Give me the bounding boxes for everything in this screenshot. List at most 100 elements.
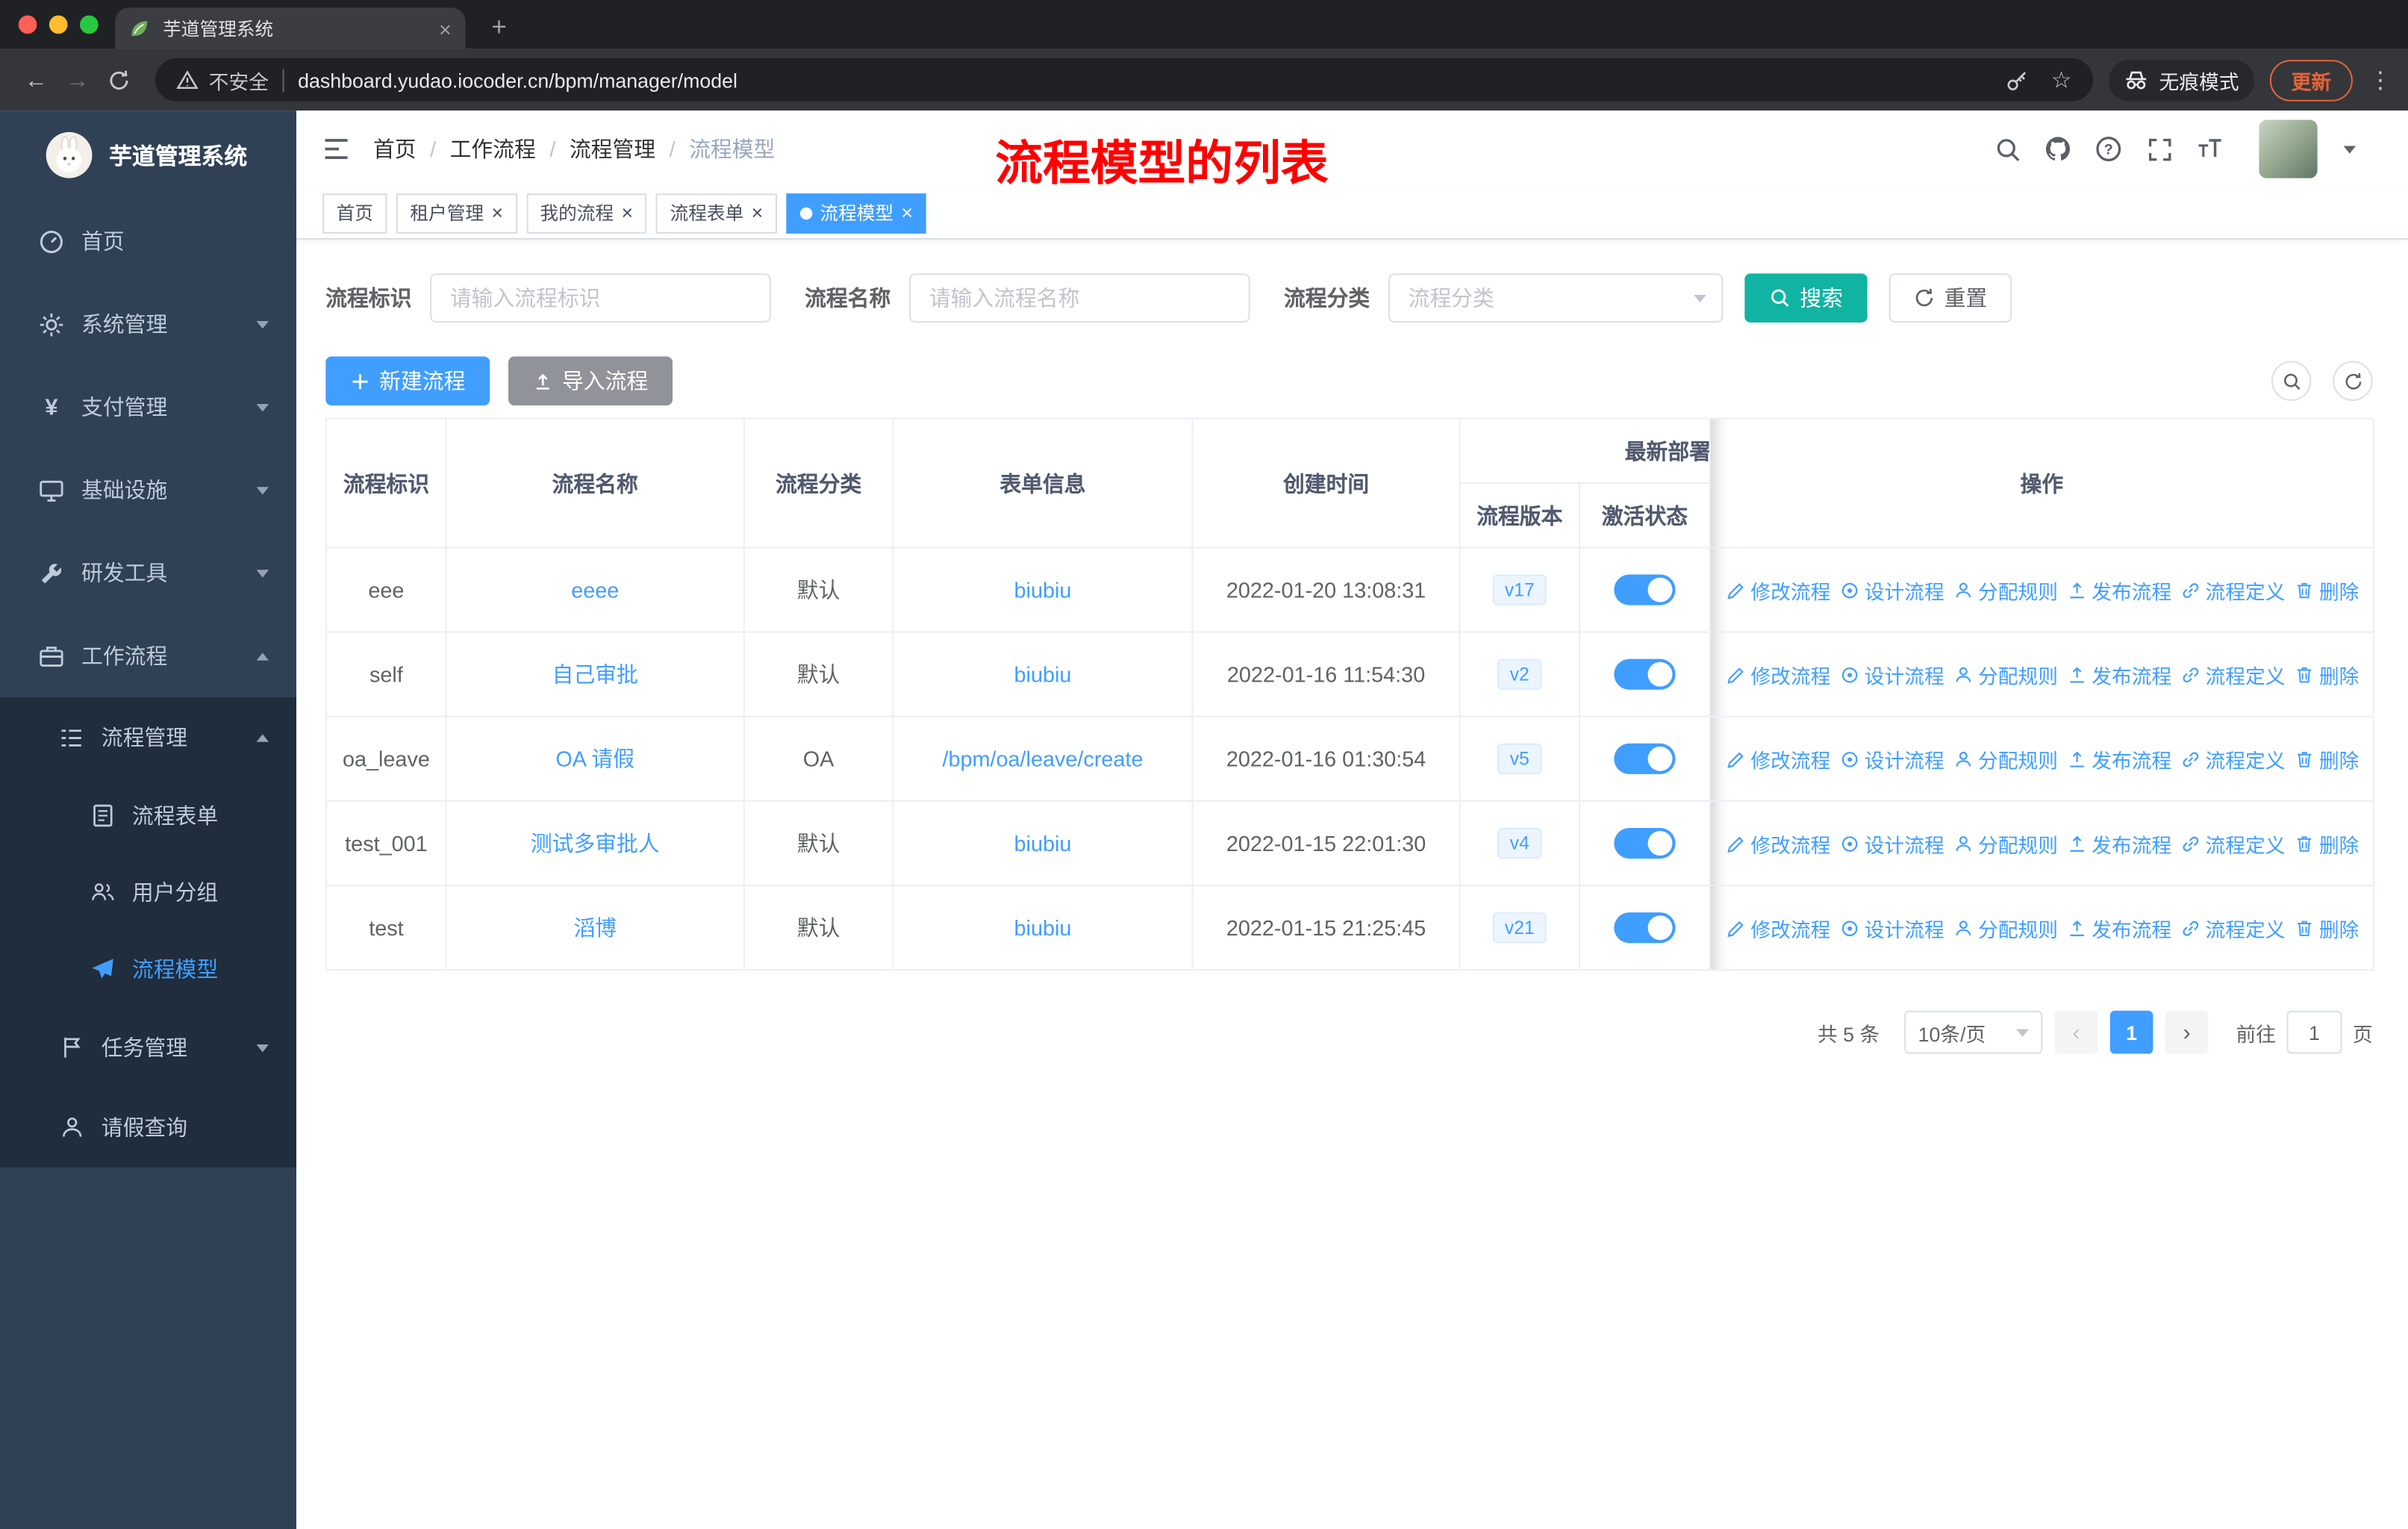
goto-page-input[interactable] (2286, 1010, 2342, 1054)
assign-rule-link[interactable]: 分配规则 (1953, 660, 2058, 689)
font-size-icon[interactable] (2196, 135, 2224, 163)
design-process-link[interactable]: 设计流程 (1840, 660, 1944, 689)
sidebar-item-task-management[interactable]: 任务管理 (0, 1008, 296, 1088)
sidebar-item-process-management[interactable]: 流程管理 (0, 697, 296, 777)
form-info-link[interactable]: /bpm/oa/leave/create (942, 747, 1143, 771)
tag-process-model[interactable]: 流程模型 × (786, 193, 927, 233)
reload-button[interactable] (99, 66, 140, 93)
version-badge[interactable]: v2 (1497, 658, 1542, 690)
version-badge[interactable]: v4 (1497, 827, 1542, 859)
fullscreen-icon[interactable] (2145, 135, 2173, 163)
process-definition-link[interactable]: 流程定义 (2181, 913, 2286, 942)
page-number-1[interactable]: 1 (2109, 1010, 2153, 1054)
chrome-update-button[interactable]: 更新 (2269, 59, 2353, 101)
form-info-link[interactable]: biubiu (1014, 662, 1072, 687)
publish-process-link[interactable]: 发布流程 (2067, 829, 2171, 858)
design-process-link[interactable]: 设计流程 (1840, 913, 1944, 942)
prev-page-button[interactable]: ‹ (2054, 1010, 2098, 1054)
search-button[interactable]: 搜索 (1744, 273, 1868, 323)
assign-rule-link[interactable]: 分配规则 (1953, 913, 2058, 942)
page-size-select[interactable]: 10条/页 (1904, 1010, 2043, 1054)
breadcrumb-home[interactable]: 首页 (373, 134, 417, 164)
process-name-input[interactable] (908, 273, 1250, 323)
tag-home[interactable]: 首页 (322, 193, 387, 233)
breadcrumb-process-management[interactable]: 流程管理 (570, 134, 655, 164)
delete-link[interactable]: 删除 (2295, 829, 2359, 858)
github-icon[interactable] (2044, 135, 2071, 163)
version-badge[interactable]: v21 (1492, 912, 1547, 944)
new-tab-button[interactable]: + (482, 12, 516, 43)
edit-process-link[interactable]: 修改流程 (1727, 913, 1830, 942)
tag-close-icon[interactable]: × (752, 203, 764, 223)
sidebar-item-payment[interactable]: ¥ 支付管理 (0, 366, 296, 449)
publish-process-link[interactable]: 发布流程 (2067, 575, 2171, 604)
process-definition-link[interactable]: 流程定义 (2181, 660, 2286, 689)
status-toggle[interactable] (1614, 827, 1676, 859)
tag-tenant-management[interactable]: 租户管理 × (396, 193, 517, 233)
publish-process-link[interactable]: 发布流程 (2067, 744, 2171, 773)
version-badge[interactable]: v17 (1492, 574, 1547, 605)
assign-rule-link[interactable]: 分配规则 (1953, 744, 2058, 773)
breadcrumb-workflow[interactable]: 工作流程 (450, 134, 536, 164)
sidebar-item-system[interactable]: 系统管理 (0, 283, 296, 366)
edit-process-link[interactable]: 修改流程 (1727, 660, 1830, 689)
process-definition-link[interactable]: 流程定义 (2181, 744, 2286, 773)
header-search-icon[interactable] (1994, 135, 2021, 163)
bookmark-star-icon[interactable]: ☆ (2051, 69, 2072, 92)
tag-my-process[interactable]: 我的流程 × (525, 193, 647, 233)
back-button[interactable]: ← (16, 66, 57, 93)
edit-process-link[interactable]: 修改流程 (1727, 744, 1830, 773)
url-bar[interactable]: 不安全 dashboard.yudao.iocoder.cn/bpm/manag… (155, 58, 2094, 102)
process-name-link[interactable]: 测试多审批人 (531, 831, 660, 856)
form-info-link[interactable]: biubiu (1014, 831, 1072, 856)
delete-link[interactable]: 删除 (2295, 744, 2359, 773)
password-key-icon[interactable] (2005, 69, 2028, 92)
process-definition-link[interactable]: 流程定义 (2181, 575, 2286, 604)
sidebar-item-process-model[interactable]: 流程模型 (0, 931, 296, 1008)
form-info-link[interactable]: biubiu (1014, 578, 1072, 602)
browser-menu-icon[interactable]: ⋮ (2368, 66, 2393, 94)
design-process-link[interactable]: 设计流程 (1840, 829, 1944, 858)
app-logo[interactable]: 芋道管理系统 (0, 110, 296, 199)
tag-close-icon[interactable]: × (491, 203, 503, 223)
edit-process-link[interactable]: 修改流程 (1727, 829, 1830, 858)
assign-rule-link[interactable]: 分配规则 (1953, 575, 2058, 604)
sidebar-item-devtools[interactable]: 研发工具 (0, 532, 296, 614)
design-process-link[interactable]: 设计流程 (1840, 575, 1944, 604)
process-name-link[interactable]: 自己审批 (552, 662, 638, 687)
sidebar-item-workflow[interactable]: 工作流程 (0, 614, 296, 697)
delete-link[interactable]: 删除 (2295, 575, 2359, 604)
help-icon[interactable]: ? (2094, 135, 2122, 163)
sidebar-item-leave-query[interactable]: 请假查询 (0, 1088, 296, 1168)
tab-close-icon[interactable]: × (439, 18, 452, 40)
security-indicator[interactable]: 不安全 (176, 65, 269, 94)
status-toggle[interactable] (1614, 574, 1676, 605)
publish-process-link[interactable]: 发布流程 (2067, 660, 2171, 689)
tag-close-icon[interactable]: × (901, 203, 913, 223)
toggle-search-button[interactable] (2271, 361, 2312, 401)
forward-button[interactable]: → (57, 66, 99, 93)
minimize-window-button[interactable] (49, 15, 68, 34)
reset-button[interactable]: 重置 (1888, 273, 2012, 323)
edit-process-link[interactable]: 修改流程 (1727, 575, 1830, 604)
sidebar-item-home[interactable]: 首页 (0, 199, 296, 282)
import-process-button[interactable]: 导入流程 (508, 356, 673, 406)
zoom-window-button[interactable] (79, 15, 99, 34)
process-name-link[interactable]: eeee (571, 578, 619, 602)
version-badge[interactable]: v5 (1497, 743, 1542, 774)
process-category-select[interactable]: 流程分类 (1388, 273, 1724, 323)
url-text[interactable]: dashboard.yudao.iocoder.cn/bpm/manager/m… (298, 69, 737, 92)
sidebar-item-process-form[interactable]: 流程表单 (0, 777, 296, 854)
status-toggle[interactable] (1614, 743, 1676, 774)
assign-rule-link[interactable]: 分配规则 (1953, 829, 2058, 858)
tag-close-icon[interactable]: × (622, 203, 634, 223)
form-info-link[interactable]: biubiu (1014, 915, 1072, 940)
sidebar-item-infrastructure[interactable]: 基础设施 (0, 449, 296, 532)
create-process-button[interactable]: 新建流程 (325, 356, 490, 406)
close-window-button[interactable] (18, 15, 37, 34)
avatar[interactable] (2259, 119, 2318, 178)
status-toggle[interactable] (1614, 912, 1676, 944)
process-name-link[interactable]: OA 请假 (555, 747, 634, 771)
design-process-link[interactable]: 设计流程 (1840, 744, 1944, 773)
browser-tab[interactable]: 芋道管理系统 × (115, 7, 466, 49)
